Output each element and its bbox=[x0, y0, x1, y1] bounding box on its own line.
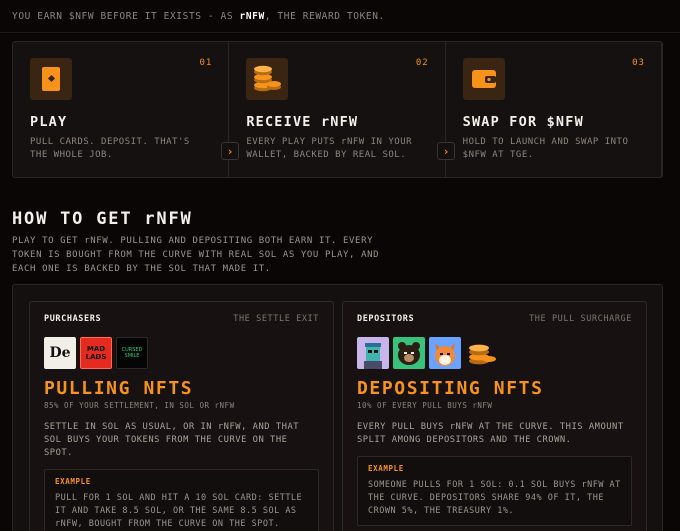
step-number: 02 bbox=[415, 58, 429, 68]
earn-methods-panel: PURCHASERS THE SETTLE EXIT De MAD LADS C… bbox=[12, 284, 663, 531]
step-description: HOLD TO LAUNCH AND SWAP INTO $NFW AT TGE… bbox=[462, 137, 629, 160]
example-box: EXAMPLE PULL FOR 1 SOL AND HIT A 10 SOL … bbox=[44, 469, 319, 531]
section-title: HOW TO GET rNFW bbox=[12, 209, 193, 229]
collection-thumbnails: De MAD LADS CURSED SMILE bbox=[44, 337, 319, 369]
step-swap: 03 SWAP FOR $NFW HOLD TO LAUNCH AND SWAP… bbox=[446, 42, 662, 177]
thumb-text: MAD LADS bbox=[85, 345, 107, 361]
bear-avatar-thumb[interactable] bbox=[393, 337, 425, 369]
coins-icon bbox=[246, 58, 289, 100]
purchasers-card: PURCHASERS THE SETTLE EXIT De MAD LADS C… bbox=[29, 301, 334, 531]
intro-line: YOU EARN $NFW BEFORE IT EXISTS - AS rNFW… bbox=[12, 11, 385, 22]
next-step-arrow-button[interactable]: › bbox=[221, 142, 239, 160]
intro-highlight: rNFW bbox=[239, 11, 265, 22]
step-number: 01 bbox=[199, 58, 213, 68]
section-description: PLAY TO GET rNFW. PULLING AND DEPOSITING… bbox=[12, 236, 380, 274]
card-label: DEPOSITORS bbox=[357, 314, 415, 324]
card-subtitle: 85% OF YOUR SETTLEMENT, IN SOL OR rNFW bbox=[44, 401, 235, 410]
next-step-arrow-button[interactable]: › bbox=[437, 142, 455, 160]
example-text: SOMEONE PULLS FOR 1 SOL: 0.1 SOL BUYS rN… bbox=[368, 480, 621, 516]
step-description: EVERY PLAY PUTS rNFW IN YOUR WALLET, BAC… bbox=[246, 137, 413, 160]
fox-avatar-thumb[interactable] bbox=[429, 337, 461, 369]
thumb-text: CURSED SMILE bbox=[121, 347, 143, 359]
step-description: PULL CARDS. DEPOSIT. THAT'S THE WHOLE JO… bbox=[30, 137, 190, 160]
card-tag: THE PULL SURCHARGE bbox=[529, 314, 632, 324]
mad-lads-thumb[interactable]: MAD LADS bbox=[80, 337, 112, 369]
example-label: EXAMPLE bbox=[55, 477, 91, 486]
card-title: PULLING NFTS bbox=[44, 378, 194, 399]
thumb-text: De bbox=[49, 345, 71, 361]
step-play: 01 PLAY PULL CARDS. DEPOSIT. THAT'S THE … bbox=[13, 42, 230, 177]
example-label: EXAMPLE bbox=[368, 464, 404, 473]
card-icon bbox=[30, 58, 72, 100]
steps-panel: 01 PLAY PULL CARDS. DEPOSIT. THAT'S THE … bbox=[12, 41, 663, 178]
collection-thumbnails bbox=[357, 337, 632, 369]
divider bbox=[0, 32, 680, 33]
card-description: SETTLE IN SOL AS USUAL, OR IN rNFW, AND … bbox=[44, 422, 300, 458]
step-number: 03 bbox=[632, 58, 645, 68]
card-title: DEPOSITING NFTS bbox=[357, 378, 544, 399]
coins-thumb[interactable] bbox=[465, 337, 497, 369]
card-subtitle: 10% OF EVERY PULL BUYS rNFW bbox=[357, 401, 493, 410]
depositors-card: DEPOSITORS THE PULL SURCHARGE DEPOSITING… bbox=[342, 301, 647, 531]
wallet-icon bbox=[462, 58, 505, 100]
degods-thumb[interactable]: De bbox=[44, 337, 76, 369]
card-description: EVERY PULL BUYS rNFW AT THE CURVE. THIS … bbox=[357, 422, 624, 445]
intro-text-after: , THE REWARD TOKEN. bbox=[264, 11, 385, 22]
step-title: SWAP FOR $NFW bbox=[462, 114, 584, 130]
example-box: EXAMPLE SOMEONE PULLS FOR 1 SOL: 0.1 SOL… bbox=[357, 456, 632, 526]
step-title: RECEIVE rNFW bbox=[246, 114, 359, 130]
card-tag: THE SETTLE EXIT bbox=[233, 314, 319, 324]
card-label: PURCHASERS bbox=[44, 314, 102, 324]
robot-avatar-thumb[interactable] bbox=[357, 337, 389, 369]
cursed-thumb[interactable]: CURSED SMILE bbox=[116, 337, 148, 369]
step-receive: 02 RECEIVE rNFW EVERY PLAY PUTS rNFW IN … bbox=[229, 42, 446, 177]
step-title: PLAY bbox=[30, 114, 68, 130]
example-text: PULL FOR 1 SOL AND HIT A 10 SOL CARD: SE… bbox=[55, 493, 303, 529]
intro-text-before: YOU EARN $NFW BEFORE IT EXISTS - AS bbox=[12, 11, 240, 22]
